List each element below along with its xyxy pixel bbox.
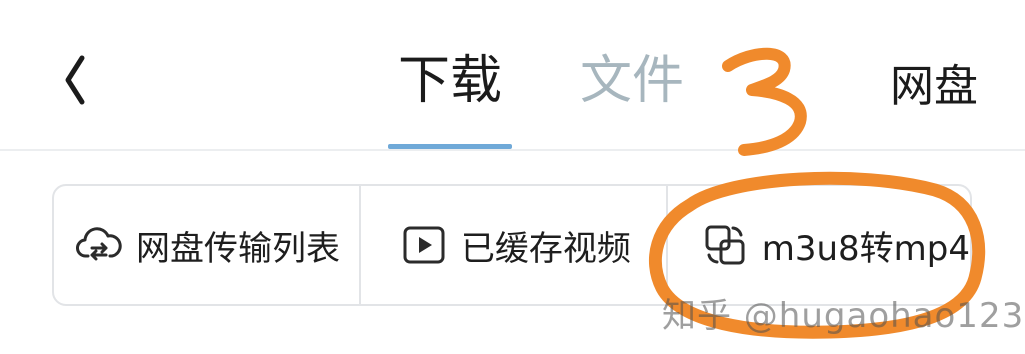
play-video-icon [403,226,445,264]
cloud-transfer-icon [76,227,122,261]
m3u8-to-mp4-label: m3u8转mp4 [761,228,970,269]
back-button[interactable] [52,48,104,112]
cached-videos-button[interactable]: 已缓存视频 [358,186,666,304]
header-divider [0,149,1025,151]
m3u8-to-mp4-button[interactable]: m3u8转mp4 [665,186,970,304]
tab-download[interactable]: 下载 [398,50,502,112]
netdisk-transfer-list-button[interactable]: 网盘传输列表 [54,186,359,304]
back-arrow-icon [65,55,85,105]
tab-netdisk[interactable]: 网盘 [890,56,978,118]
tab-file[interactable]: 文件 [580,50,684,112]
convert-icon [705,225,745,265]
cached-videos-label: 已缓存视频 [460,228,631,269]
top-navigation-bar: 下载 文件 网盘 [0,0,1025,151]
netdisk-transfer-list-label: 网盘传输列表 [136,228,340,269]
watermark: 知乎 @hugaohao123 [662,296,1025,336]
